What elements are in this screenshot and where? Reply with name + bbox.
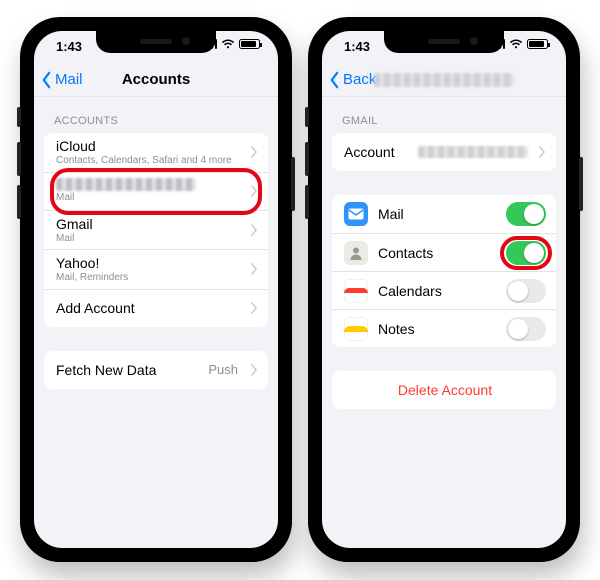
- page-title-redacted: [374, 73, 514, 87]
- account-info-group: Account: [332, 133, 556, 171]
- back-label: Mail: [55, 71, 83, 88]
- account-row-yahoo[interactable]: Yahoo! Mail, Reminders: [44, 249, 268, 289]
- delete-account-button[interactable]: Delete Account: [332, 371, 556, 409]
- account-label: iCloud: [56, 138, 240, 154]
- chevron-right-icon: [250, 302, 258, 314]
- account-sublabel: Mail: [56, 192, 240, 204]
- mute-switch[interactable]: [17, 107, 21, 127]
- add-account-label: Add Account: [56, 300, 240, 316]
- screen-right: 1:43 Back Gmail Account: [322, 31, 566, 548]
- service-row-notes: Notes: [332, 309, 556, 347]
- service-label: Contacts: [378, 245, 496, 261]
- account-sublabel: Contacts, Calendars, Safari and 4 more: [56, 155, 240, 167]
- volume-up[interactable]: [305, 142, 309, 176]
- fetch-new-data-row[interactable]: Fetch New Data Push: [44, 351, 268, 389]
- back-button[interactable]: Back: [328, 63, 376, 96]
- account-sublabel: Mail: [56, 233, 240, 245]
- service-label: Mail: [378, 206, 496, 222]
- back-label: Back: [343, 71, 376, 88]
- screen-left: 1:43 Mail Accounts Accounts iClou: [34, 31, 278, 548]
- mute-switch[interactable]: [305, 107, 309, 127]
- back-button[interactable]: Mail: [40, 63, 83, 96]
- chevron-left-icon: [328, 71, 341, 89]
- contacts-icon: [344, 241, 368, 265]
- service-label: Notes: [378, 321, 496, 337]
- chevron-right-icon: [250, 263, 258, 275]
- chevron-right-icon: [250, 185, 258, 197]
- volume-down[interactable]: [17, 185, 21, 219]
- account-label: Account: [344, 144, 395, 160]
- volume-down[interactable]: [305, 185, 309, 219]
- fetch-label: Fetch New Data: [56, 362, 198, 378]
- section-header-gmail: Gmail: [322, 97, 566, 133]
- delete-account-label: Delete Account: [398, 382, 492, 398]
- accounts-group: iCloud Contacts, Calendars, Safari and 4…: [44, 133, 268, 327]
- service-label: Calendars: [378, 283, 496, 299]
- mail-icon: [344, 202, 368, 226]
- nav-bar: Back: [322, 63, 566, 97]
- wifi-icon: [509, 39, 523, 49]
- services-group: Mail Contacts Calendars: [332, 195, 556, 347]
- add-account-row[interactable]: Add Account: [44, 289, 268, 327]
- fetch-value: Push: [208, 362, 238, 377]
- battery-icon: [527, 39, 548, 49]
- service-row-mail: Mail: [332, 195, 556, 233]
- fetch-group: Fetch New Data Push: [44, 351, 268, 389]
- chevron-right-icon: [538, 146, 546, 158]
- calendar-icon: [344, 279, 368, 303]
- account-label: Yahoo!: [56, 255, 240, 271]
- battery-icon: [239, 39, 260, 49]
- service-row-calendars: Calendars: [332, 271, 556, 309]
- notes-icon: [344, 317, 368, 341]
- calendars-toggle[interactable]: [506, 279, 546, 303]
- account-row-icloud[interactable]: iCloud Contacts, Calendars, Safari and 4…: [44, 133, 268, 172]
- nav-bar: Mail Accounts: [34, 63, 278, 97]
- account-label: Gmail: [56, 216, 240, 232]
- notch: [96, 31, 216, 53]
- chevron-right-icon: [250, 146, 258, 158]
- notes-toggle[interactable]: [506, 317, 546, 341]
- status-time: 1:43: [344, 37, 370, 54]
- account-label-redacted: [56, 178, 196, 191]
- contacts-toggle[interactable]: [506, 241, 546, 265]
- chevron-right-icon: [250, 224, 258, 236]
- account-detail-row[interactable]: Account: [332, 133, 556, 171]
- volume-up[interactable]: [17, 142, 21, 176]
- account-value-redacted: [418, 146, 528, 158]
- section-header-accounts: Accounts: [34, 97, 278, 133]
- mail-toggle[interactable]: [506, 202, 546, 226]
- service-row-contacts: Contacts: [332, 233, 556, 271]
- chevron-left-icon: [40, 71, 53, 89]
- chevron-right-icon: [250, 364, 258, 376]
- delete-group: Delete Account: [332, 371, 556, 409]
- power-button[interactable]: [579, 157, 583, 211]
- status-time: 1:43: [56, 37, 82, 54]
- page-title: Accounts: [122, 71, 190, 88]
- wifi-icon: [221, 39, 235, 49]
- phone-left: 1:43 Mail Accounts Accounts iClou: [20, 17, 292, 562]
- phone-right: 1:43 Back Gmail Account: [308, 17, 580, 562]
- notch: [384, 31, 504, 53]
- account-row-highlighted[interactable]: Mail: [44, 172, 268, 210]
- power-button[interactable]: [291, 157, 295, 211]
- account-row-gmail[interactable]: Gmail Mail: [44, 210, 268, 250]
- account-sublabel: Mail, Reminders: [56, 272, 240, 284]
